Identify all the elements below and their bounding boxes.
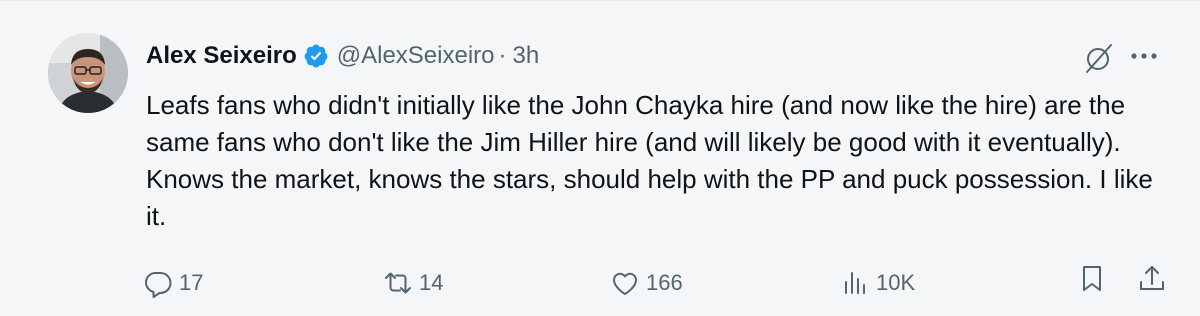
reply-count: 17 xyxy=(179,270,204,295)
share-icon xyxy=(1140,266,1164,290)
tweet-timestamp[interactable]: 3h xyxy=(513,39,540,73)
avatar-photo xyxy=(48,33,128,113)
author-handle[interactable]: @AlexSeixeiro xyxy=(337,39,495,73)
verified-badge-icon xyxy=(304,44,328,68)
bookmark-icon xyxy=(1083,266,1101,291)
share-button[interactable] xyxy=(1137,263,1167,293)
retweet-icon xyxy=(385,272,411,294)
bookmark-button[interactable] xyxy=(1077,263,1107,293)
like-button[interactable]: 166 xyxy=(610,263,683,303)
author-name[interactable]: Alex Seixeiro xyxy=(146,39,297,73)
separator-dot: · xyxy=(498,42,507,69)
tweet-card[interactable]: Alex Seixeiro @AlexSeixeiro · 3h Leafs f… xyxy=(0,0,1200,316)
reply-icon xyxy=(145,272,172,298)
like-icon xyxy=(612,272,638,295)
views-count: 10K xyxy=(876,270,916,295)
grok-icon[interactable] xyxy=(1082,41,1116,75)
reply-button[interactable]: 17 xyxy=(143,263,203,303)
tweet-text: Leafs fans who didn't initially like the… xyxy=(146,90,1153,231)
retweet-count: 14 xyxy=(419,270,444,295)
more-icon[interactable] xyxy=(1122,39,1166,73)
tweet-header: Alex Seixeiro @AlexSeixeiro · 3h xyxy=(146,39,539,73)
tweet-actions: 17 14 166 10K xyxy=(0,263,1200,303)
views-button[interactable]: 10K xyxy=(840,263,915,303)
views-icon xyxy=(845,272,865,294)
like-count: 166 xyxy=(646,270,683,295)
avatar[interactable] xyxy=(48,33,128,113)
retweet-button[interactable]: 14 xyxy=(383,263,443,303)
